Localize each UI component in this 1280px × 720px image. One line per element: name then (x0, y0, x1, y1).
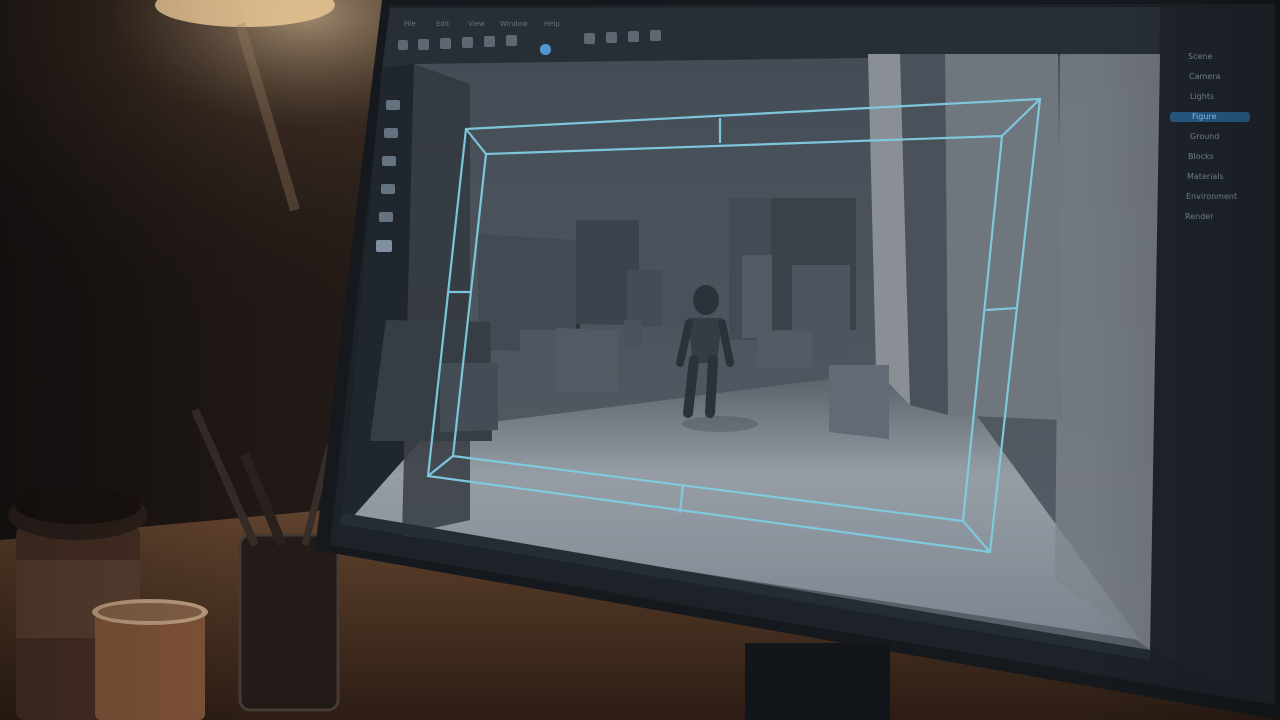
panel-item-materials[interactable]: Materials (1187, 172, 1224, 181)
menu-view[interactable]: View (468, 20, 485, 28)
panel-item-figure[interactable]: Figure (1192, 112, 1216, 121)
menu-window[interactable]: Window (500, 20, 528, 28)
panel-item-camera[interactable]: Camera (1189, 72, 1220, 81)
panel-item-blocks[interactable]: Blocks (1188, 152, 1214, 161)
ambient-tint (0, 0, 1280, 720)
panel-item-render[interactable]: Render (1185, 212, 1213, 221)
panel-item-scene[interactable]: Scene (1188, 52, 1212, 61)
menu-edit[interactable]: Edit (436, 20, 450, 28)
panel-item-lights[interactable]: Lights (1190, 92, 1214, 101)
menu-help[interactable]: Help (544, 20, 560, 28)
menu-file[interactable]: File (404, 20, 416, 28)
panel-item-environment[interactable]: Environment (1186, 192, 1237, 201)
room-scene (0, 0, 1280, 720)
panel-item-ground[interactable]: Ground (1190, 132, 1219, 141)
